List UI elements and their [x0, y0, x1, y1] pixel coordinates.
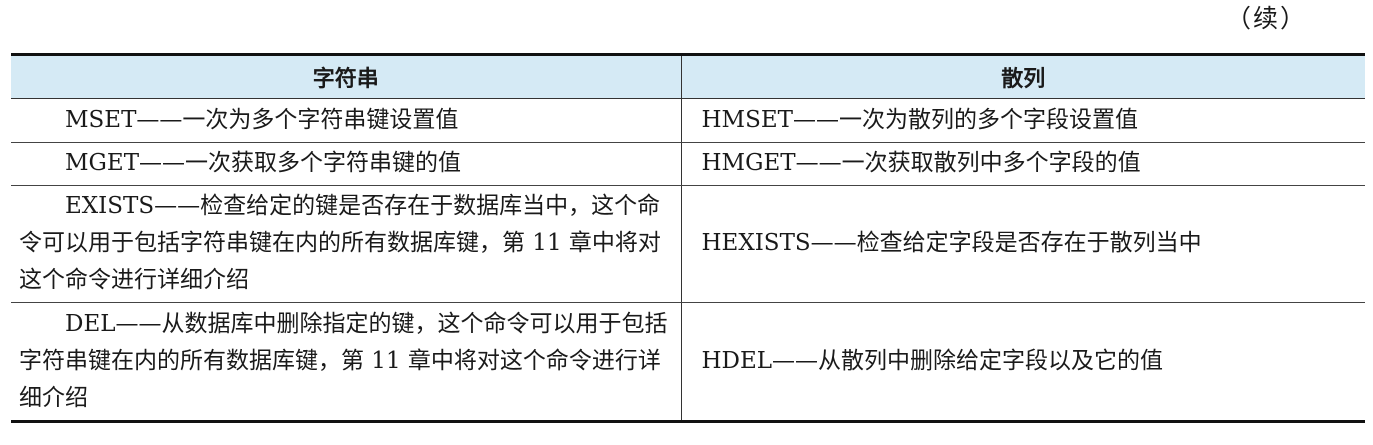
header-string: 字符串	[11, 53, 681, 99]
continued-mark: （续）	[1226, 4, 1308, 33]
cell-hash-hmset: HMSET——一次为散列的多个字段设置值	[680, 98, 1365, 143]
cell-hash-hmget: HMGET——一次获取散列中多个字段的值	[680, 142, 1365, 186]
table-header: 字符串 散列	[11, 53, 1365, 99]
header-row: 字符串 散列	[11, 53, 1365, 99]
cell-string-exists: EXISTS——检查给定的键是否存在于数据库当中，这个命令可以用于包括字符串键在…	[11, 185, 681, 303]
table-body: MSET——一次为多个字符串键设置值 HMSET——一次为散列的多个字段设置值 …	[11, 98, 1365, 423]
table-row: EXISTS——检查给定的键是否存在于数据库当中，这个命令可以用于包括字符串键在…	[11, 185, 1365, 303]
table-row: MGET——一次获取多个字符串键的值 HMGET——一次获取散列中多个字段的值	[11, 142, 1365, 186]
cell-hash-hdel: HDEL——从散列中删除给定字段以及它的值	[680, 302, 1365, 423]
table-row: MSET——一次为多个字符串键设置值 HMSET——一次为散列的多个字段设置值	[11, 98, 1365, 143]
cell-string-del: DEL——从数据库中删除指定的键，这个命令可以用于包括字符串键在内的所有数据库键…	[11, 302, 681, 423]
cell-string-mset: MSET——一次为多个字符串键设置值	[11, 98, 681, 143]
cell-string-mget: MGET——一次获取多个字符串键的值	[11, 142, 681, 186]
cell-hash-hexists: HEXISTS——检查给定字段是否存在于散列当中	[680, 185, 1365, 303]
string-vs-hash-command-table: 字符串 散列 MSET——一次为多个字符串键设置值 HMSET——一次为散列的多…	[11, 53, 1365, 423]
table-row: DEL——从数据库中删除指定的键，这个命令可以用于包括字符串键在内的所有数据库键…	[11, 302, 1365, 423]
header-hash: 散列	[680, 53, 1365, 99]
